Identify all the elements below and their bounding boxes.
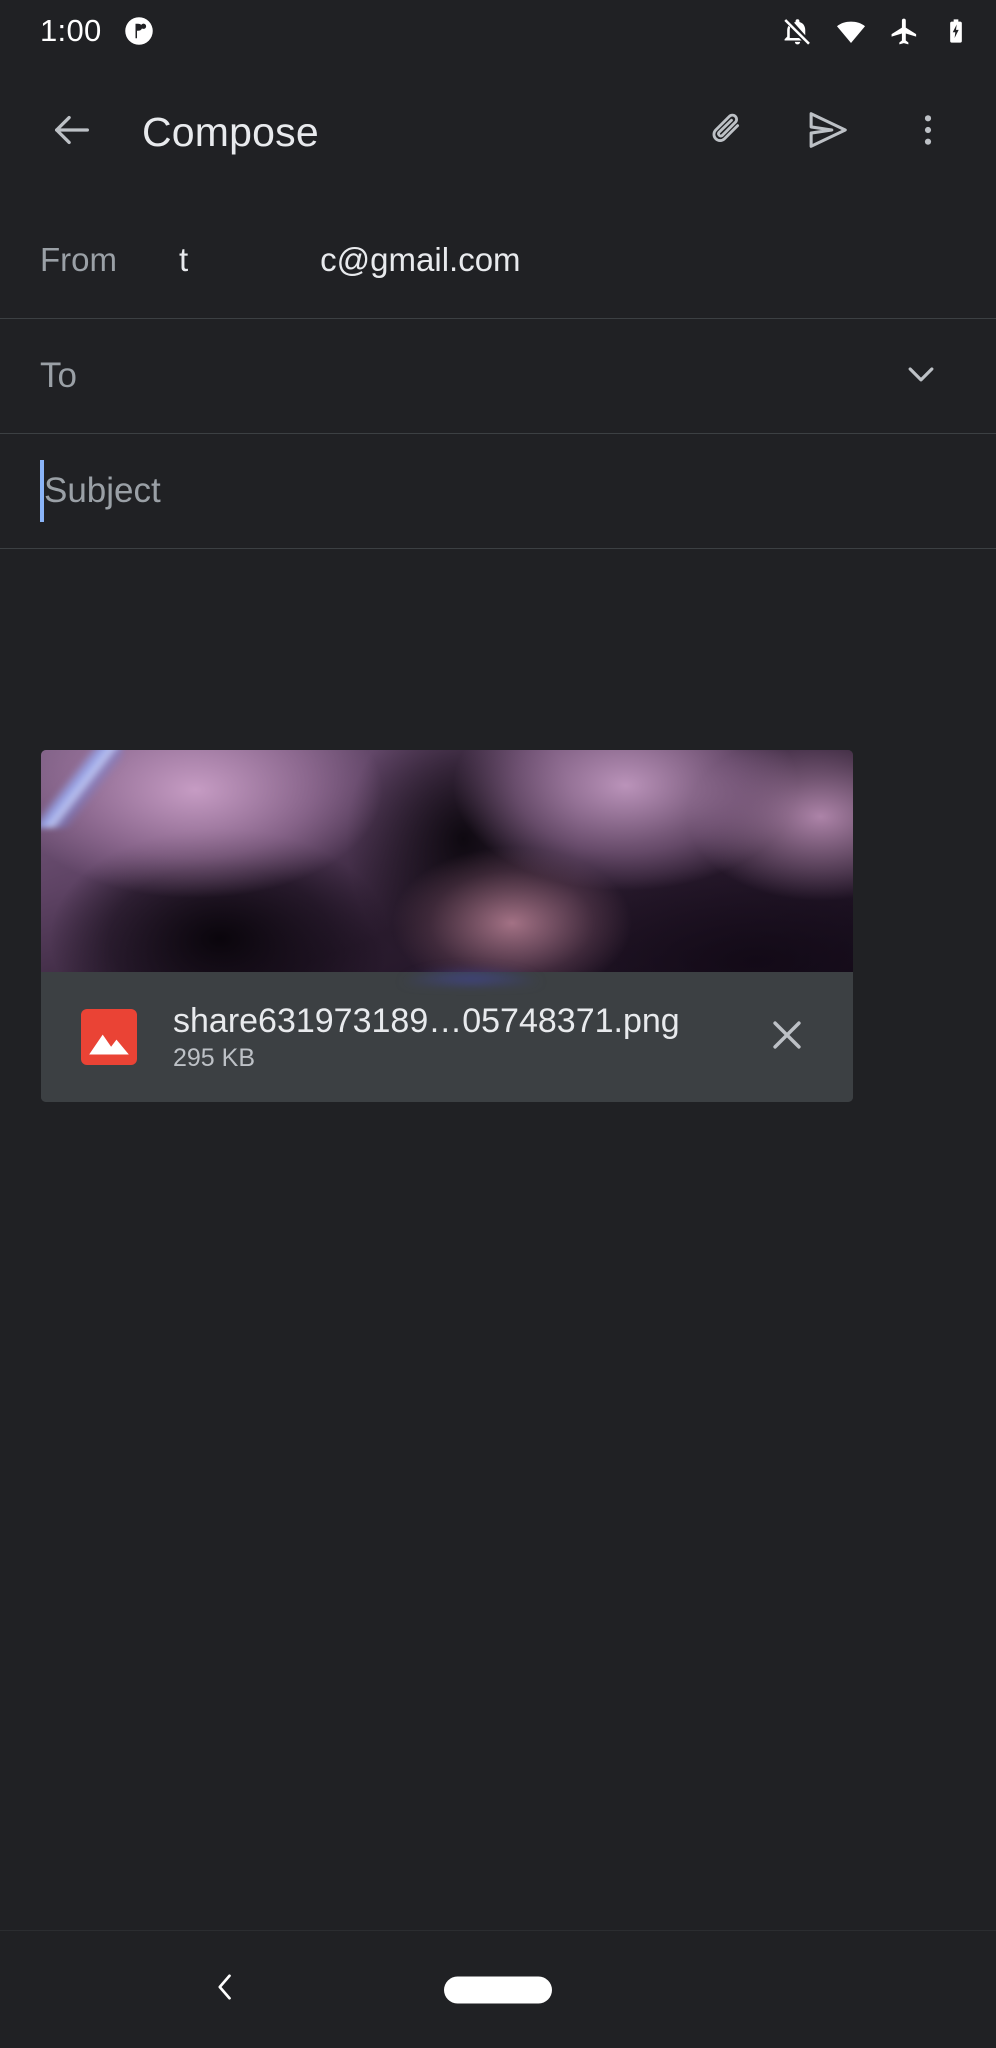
from-field-row[interactable]: From t c@gmail.com	[0, 202, 996, 318]
send-icon	[805, 107, 851, 158]
send-button[interactable]	[790, 94, 866, 170]
attach-button[interactable]	[690, 94, 766, 170]
from-address-value: t c@gmail.com	[179, 241, 521, 279]
thumbnail-highlight-bottom	[371, 934, 571, 984]
image-file-icon	[81, 1009, 137, 1065]
from-label: From	[40, 241, 117, 278]
battery-charging-icon	[942, 17, 970, 45]
chevron-down-icon	[901, 354, 941, 399]
attachment-file-size: 295 KB	[173, 1043, 256, 1072]
system-navigation-bar	[0, 1930, 996, 2048]
attachment-text-block: share631973189…05748371.png 295 KB	[173, 1002, 747, 1073]
status-bar-clock: 1:00	[40, 13, 102, 48]
expand-recipients-button[interactable]	[886, 341, 956, 411]
paperclip-icon	[707, 109, 749, 156]
back-arrow-icon	[49, 107, 95, 158]
wifi-icon	[835, 15, 867, 47]
from-address-suffix: c@gmail.com	[320, 241, 521, 278]
page-title: Compose	[142, 108, 319, 155]
message-body-area[interactable]: share631973189…05748371.png 295 KB	[0, 548, 996, 1930]
status-bar-right	[782, 15, 970, 47]
airplane-mode-icon	[889, 16, 920, 47]
status-bar: 1:00	[0, 0, 996, 62]
compose-screen: 1:00 Compose From t c@gmail.com To Subje…	[0, 0, 996, 2048]
app-notification-icon	[124, 16, 154, 46]
to-field-row[interactable]: To	[0, 318, 996, 433]
subject-field-row[interactable]: Subject	[0, 433, 996, 548]
back-button[interactable]	[34, 94, 110, 170]
app-bar: Compose	[0, 62, 996, 202]
nav-back-chevron-icon	[207, 1969, 243, 2010]
app-bar-actions	[690, 94, 966, 170]
remove-attachment-button[interactable]	[747, 997, 827, 1077]
thumbnail-highlight	[41, 750, 123, 828]
notifications-off-icon	[782, 16, 813, 47]
status-bar-left: 1:00	[40, 13, 154, 49]
to-input[interactable]: To	[40, 356, 77, 396]
more-options-button[interactable]	[890, 94, 966, 170]
more-vertical-icon	[908, 110, 948, 155]
attachment-card[interactable]: share631973189…05748371.png 295 KB	[41, 750, 853, 1102]
nav-back-button[interactable]	[190, 1955, 260, 2025]
close-icon	[765, 1013, 809, 1062]
attachment-thumbnail[interactable]	[41, 750, 853, 984]
attachment-file-name: share631973189…05748371.png	[173, 1001, 680, 1040]
subject-input[interactable]: Subject	[44, 471, 161, 511]
text-caret	[40, 460, 44, 522]
attachment-info-row: share631973189…05748371.png 295 KB	[41, 972, 853, 1102]
nav-home-pill-icon[interactable]	[444, 1976, 552, 2003]
from-address-prefix: t	[179, 241, 189, 278]
